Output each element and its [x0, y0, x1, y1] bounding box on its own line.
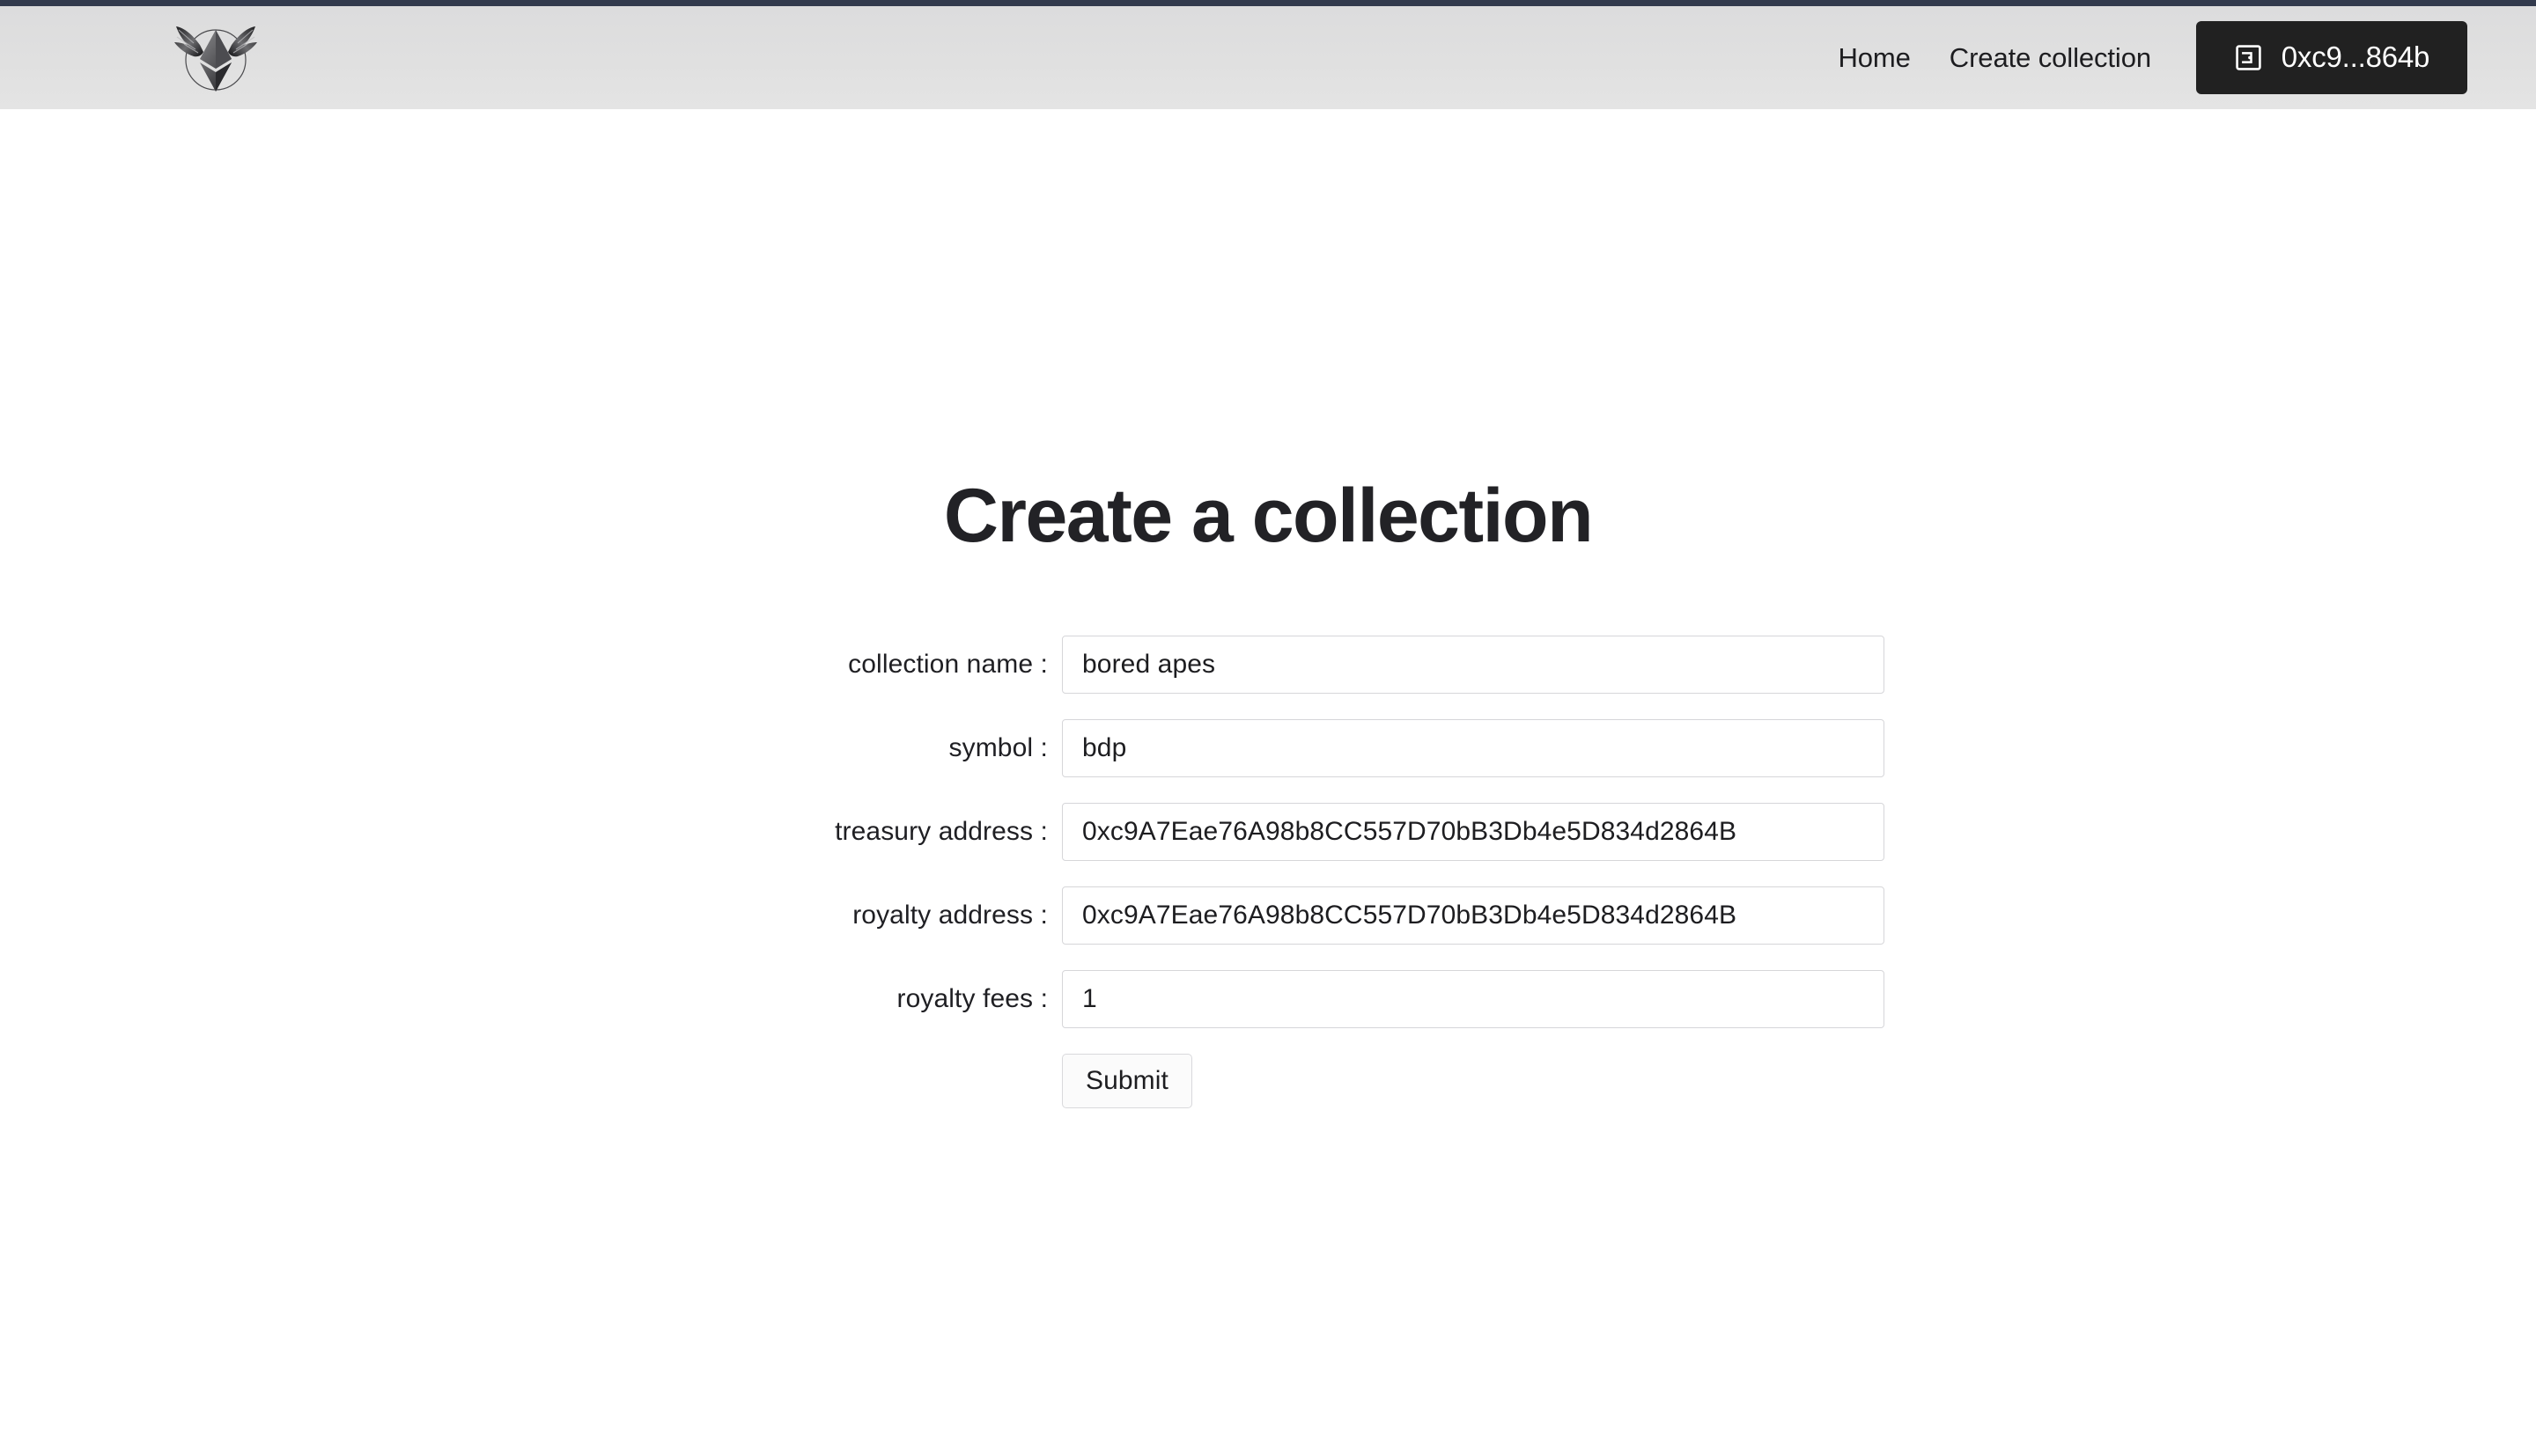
create-collection-form: collection name : symbol : treasury addr…: [0, 636, 2536, 1108]
wallet-icon: [2234, 43, 2263, 72]
form-row-symbol: symbol :: [0, 719, 2536, 777]
label-royalty-fees: royalty fees :: [896, 984, 1048, 1013]
form-row-collection-name: collection name :: [0, 636, 2536, 694]
label-symbol: symbol :: [948, 733, 1048, 762]
submit-button[interactable]: Submit: [1062, 1054, 1192, 1108]
label-collection-name: collection name :: [848, 650, 1048, 679]
nav-link-create-collection[interactable]: Create collection: [1930, 42, 2171, 74]
collection-name-input[interactable]: [1062, 636, 1884, 694]
form-row-royalty-fees: royalty fees :: [0, 970, 2536, 1028]
royalty-address-input[interactable]: [1062, 886, 1884, 945]
wallet-address-button[interactable]: 0xc9...864b: [2196, 21, 2467, 94]
wallet-address-label: 0xc9...864b: [2281, 40, 2430, 73]
label-treasury-address: treasury address :: [835, 817, 1048, 846]
symbol-input[interactable]: [1062, 719, 1884, 777]
site-header: Home Create collection 0xc9...864b: [0, 6, 2536, 109]
form-row-royalty-address: royalty address :: [0, 886, 2536, 945]
browser-top-strip: [0, 0, 2536, 6]
page-title: Create a collection: [943, 473, 1594, 558]
submit-spacer: [831, 1054, 1062, 1108]
treasury-address-input[interactable]: [1062, 803, 1884, 861]
form-row-treasury-address: treasury address :: [0, 803, 2536, 861]
label-royalty-address: royalty address :: [852, 901, 1048, 930]
main-content: Create a collection collection name : sy…: [0, 109, 2536, 1456]
site-logo[interactable]: [164, 14, 268, 102]
form-row-submit: Submit: [0, 1054, 2536, 1108]
nav-link-home[interactable]: Home: [1819, 42, 1930, 74]
main-nav: Home Create collection 0xc9...864b: [1819, 21, 2467, 94]
royalty-fees-input[interactable]: [1062, 970, 1884, 1028]
winged-ethereum-logo-icon: [166, 16, 265, 100]
page-root: Home Create collection 0xc9...864b Creat…: [0, 0, 2536, 1456]
